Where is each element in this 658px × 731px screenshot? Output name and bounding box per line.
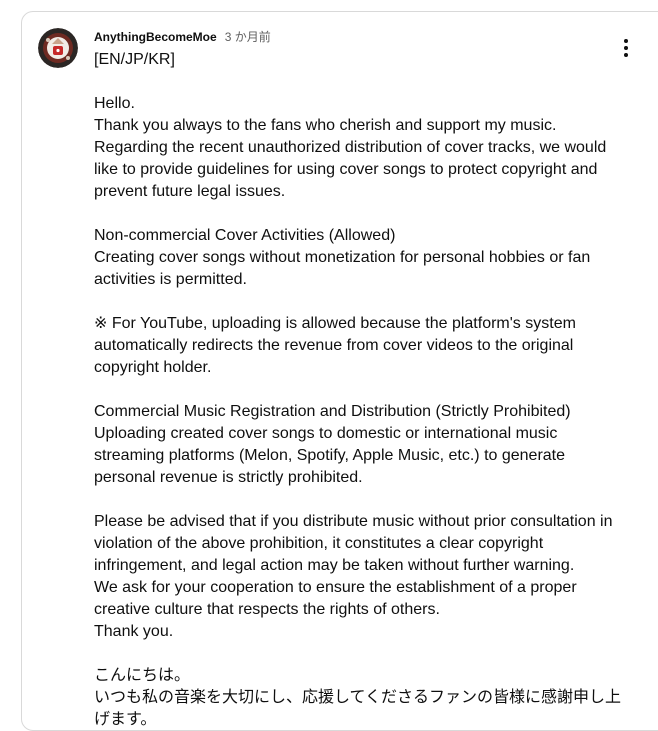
menu-dot [624, 39, 628, 43]
menu-dot [624, 46, 628, 50]
comment-text: [EN/JP/KR] Hello. Thank you always to th… [94, 51, 622, 728]
author-name[interactable]: AnythingBecomeMoe [94, 30, 217, 44]
menu-dot [624, 53, 628, 57]
comment-timestamp[interactable]: 3 か月前 [225, 28, 271, 45]
avatar[interactable] [38, 28, 78, 68]
avatar-icon [38, 28, 78, 68]
comment-header: AnythingBecomeMoe 3 か月前 [94, 28, 271, 46]
